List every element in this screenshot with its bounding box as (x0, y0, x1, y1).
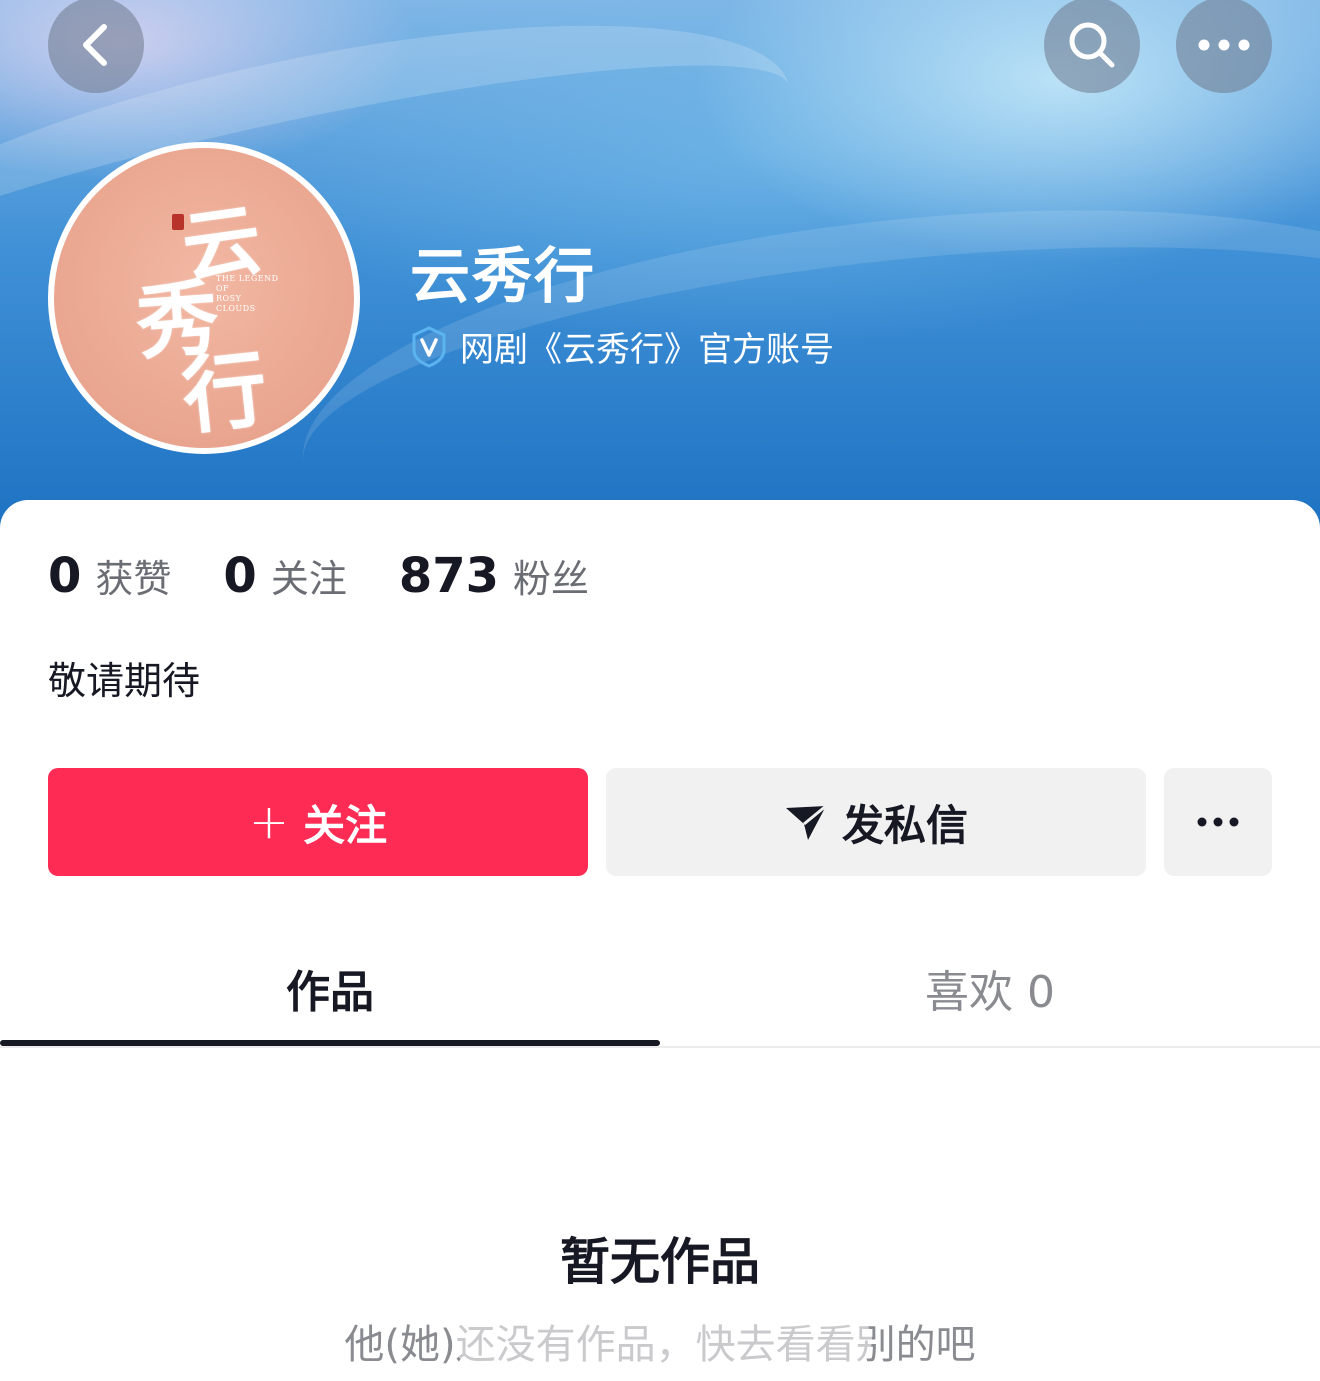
empty-state-title: 暂无作品 (560, 1233, 760, 1291)
profile-name: 云秀行 (410, 242, 596, 312)
content-tabs: 作品 喜欢 0 (0, 930, 1320, 1048)
stat-value: 873 (398, 548, 500, 604)
stats-row: 0 获赞 0 关注 873 粉丝 (48, 548, 641, 604)
stat-followers[interactable]: 873 粉丝 (399, 548, 589, 604)
tab-label: 喜欢 0 (925, 967, 1055, 1018)
tab-works[interactable]: 作品 (0, 930, 660, 1046)
search-icon (1069, 22, 1115, 68)
plus-icon: + (248, 794, 290, 850)
active-tab-indicator (0, 1040, 660, 1046)
ellipsis-icon (1198, 39, 1250, 51)
back-button[interactable] (48, 0, 144, 93)
tab-likes[interactable]: 喜欢 0 (660, 930, 1320, 1046)
search-button[interactable] (1044, 0, 1140, 93)
more-actions-button[interactable] (1164, 768, 1272, 876)
tab-label: 作品 (286, 967, 374, 1018)
follow-button[interactable]: + 关注 (48, 768, 588, 876)
send-message-button[interactable]: 发私信 (606, 768, 1146, 876)
ellipsis-icon (1197, 817, 1239, 827)
watermark-overlay (452, 1314, 872, 1366)
paper-plane-icon (785, 804, 827, 840)
stat-likes[interactable]: 0 获赞 (48, 548, 171, 604)
stat-label: 粉丝 (513, 557, 590, 601)
follow-label: 关注 (303, 800, 388, 850)
chevron-left-icon (83, 24, 107, 66)
verification-row: 网剧《云秀行》官方账号 (410, 322, 834, 371)
stat-value: 0 (48, 548, 82, 604)
stat-label: 获赞 (95, 557, 172, 601)
stat-value: 0 (223, 548, 257, 604)
avatar[interactable]: 云 秀 行 THE LEGEND OF ROSY CLOUDS (48, 142, 360, 454)
more-options-button[interactable] (1176, 0, 1272, 93)
stat-following[interactable]: 0 关注 (223, 548, 346, 604)
verification-text: 网剧《云秀行》官方账号 (460, 330, 834, 370)
avatar-calligraphy-char: 行 (177, 338, 272, 447)
stat-label: 关注 (270, 557, 347, 601)
send-message-label: 发私信 (841, 800, 968, 850)
bio-text: 敬请期待 (48, 659, 201, 703)
avatar-english-title: THE LEGEND OF ROSY CLOUDS (216, 274, 279, 313)
verified-badge-icon (412, 325, 446, 368)
